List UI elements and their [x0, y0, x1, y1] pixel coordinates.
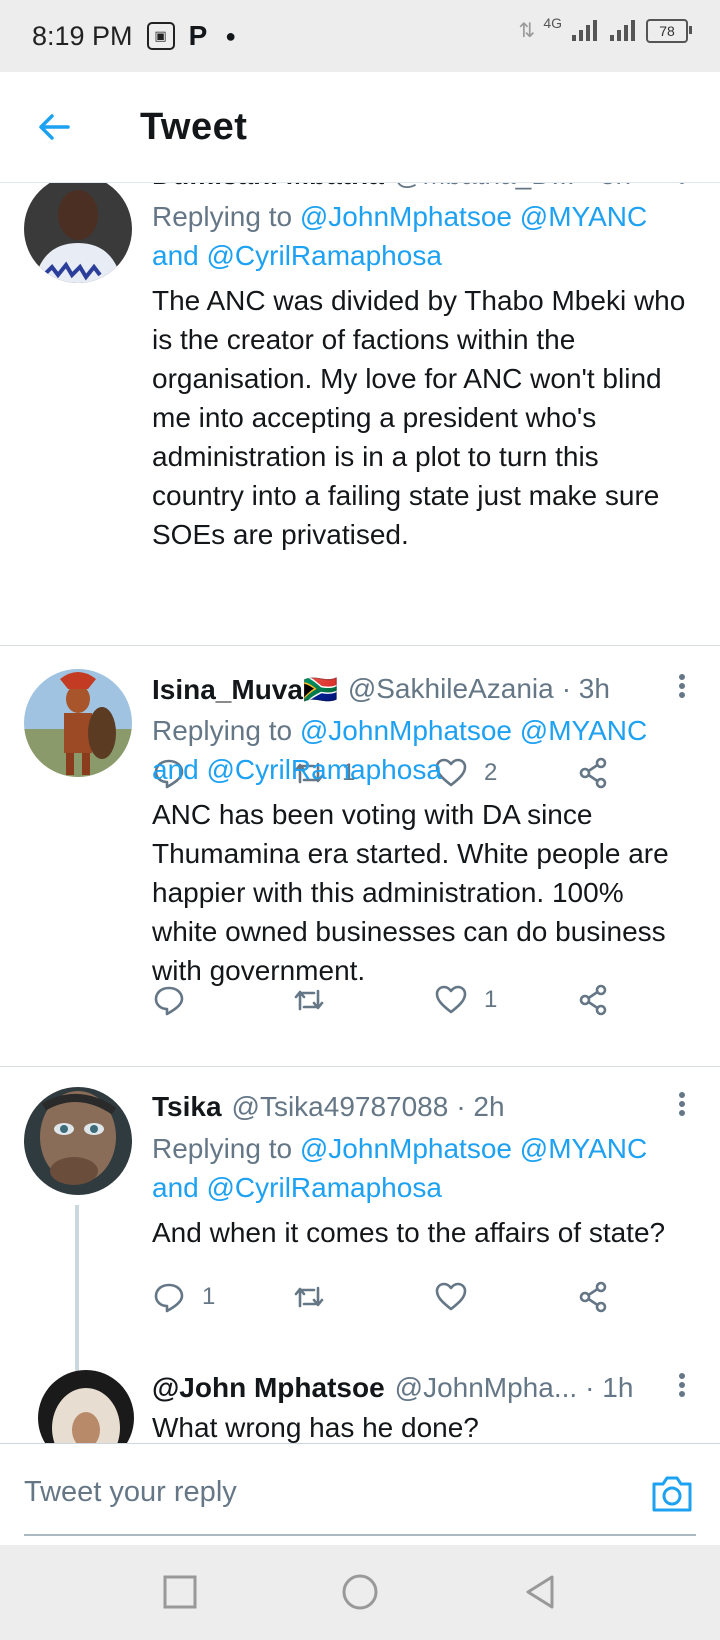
tweet-text: The ANC was divided by Thabo Mbeki who i… — [152, 285, 686, 550]
tweet-author-name[interactable]: Isina_Muva🇿🇦 — [152, 673, 338, 706]
retweet-icon — [294, 1286, 324, 1308]
and-label: and — [152, 754, 199, 785]
avatar[interactable] — [38, 1370, 134, 1443]
tweet-text: ANC has been voting with DA since Thumam… — [152, 799, 669, 986]
reply-composer: Tweet your reply — [0, 1443, 720, 1544]
input-underline — [24, 1534, 696, 1536]
mention-link[interactable]: @CyrilRamaphosa — [207, 1172, 442, 1203]
replying-to: Replying to @JohnMphatsoe @MYANC and @Cy… — [152, 711, 694, 789]
home-circle-icon[interactable] — [340, 1572, 380, 1612]
recents-square-icon[interactable] — [160, 1572, 200, 1612]
more-options-icon[interactable] — [678, 673, 686, 705]
like-button[interactable]: 1 — [434, 983, 497, 1017]
mention-link[interactable]: @MYANC — [520, 1133, 647, 1164]
like-count: 1 — [484, 986, 498, 1013]
tweet-text: What wrong has he done? — [152, 1412, 479, 1443]
status-right: ⇅ 4G 78 — [518, 14, 692, 43]
replying-to: Replying to @JohnMphatsoe @MYANC and @Cy… — [152, 1129, 694, 1207]
retweet-button[interactable] — [292, 983, 342, 1017]
tweet-time: · 1h — [585, 1372, 634, 1403]
heart-icon — [435, 985, 467, 1014]
tweet-time: · 8h — [583, 183, 631, 191]
signal-icon — [572, 19, 597, 41]
and-label: and — [152, 1172, 199, 1203]
system-nav-bar — [0, 1545, 720, 1640]
share-button[interactable] — [576, 1280, 610, 1314]
replying-to: Replying to @JohnMphatsoe @MYANC and @Cy… — [152, 197, 694, 275]
status-time: 8:19 PM — [32, 20, 133, 51]
tweet-time: · 3h — [561, 673, 610, 704]
mention-link[interactable]: @CyrilRamaphosa — [207, 240, 442, 271]
tweet-content: Dumisani Mbatha @Mbatha_D... · 8h Replyi… — [152, 183, 694, 554]
page-title: Tweet — [140, 105, 248, 148]
replying-prefix: Replying to — [152, 201, 293, 232]
reply-icon — [154, 1283, 184, 1313]
tweet-time: · 2h — [456, 1091, 505, 1122]
share-icon — [579, 984, 607, 1016]
avatar[interactable] — [24, 669, 132, 777]
and-label: and — [152, 240, 199, 271]
back-arrow-icon[interactable] — [36, 107, 76, 147]
status-bar: 8:19 PM ▣ P ● ⇅ 4G 78 — [0, 0, 720, 72]
battery-icon: 78 — [646, 18, 692, 43]
p-icon: P — [188, 20, 208, 51]
tweet-author-handle[interactable]: @JohnMpha... — [395, 1372, 578, 1404]
tweet-header: @John Mphatsoe @JohnMpha... · 1h — [152, 1368, 694, 1408]
tweet-actions: 1 — [152, 980, 632, 1020]
share-button[interactable] — [576, 983, 610, 1017]
avatar[interactable] — [24, 183, 132, 283]
network-label: 4G — [543, 14, 562, 31]
reply-input[interactable]: Tweet your reply — [24, 1476, 237, 1509]
reply-timeline[interactable]: Dumisani Mbatha @Mbatha_D... · 8h Replyi… — [0, 183, 720, 1443]
retweet-icon — [294, 989, 324, 1011]
back-triangle-icon[interactable] — [520, 1572, 560, 1612]
tweet-header: Isina_Muva🇿🇦 @SakhileAzania · 3h — [152, 669, 694, 709]
more-options-icon[interactable] — [678, 1372, 686, 1404]
tweet-author-handle[interactable]: @Tsika49787088 — [232, 1091, 449, 1123]
mention-link[interactable]: @MYANC — [520, 201, 647, 232]
tweet-author-handle[interactable]: @Mbatha_D... — [394, 183, 575, 191]
more-options-icon[interactable] — [678, 183, 686, 191]
replying-prefix: Replying to — [152, 715, 293, 746]
tweet-author-name[interactable]: Dumisani Mbatha — [152, 183, 384, 191]
tweet-actions: 1 — [152, 1277, 632, 1317]
tweet-content: @John Mphatsoe @JohnMpha... · 1h What wr… — [152, 1350, 694, 1443]
dot-icon: ● — [225, 25, 237, 46]
mention-link[interactable]: @MYANC — [520, 715, 647, 746]
mention-link[interactable]: @JohnMphatsoe — [300, 715, 512, 746]
reply-icon — [154, 986, 184, 1016]
reply-button[interactable] — [152, 983, 202, 1017]
app-bar: Tweet — [0, 72, 720, 183]
tweet-author-name[interactable]: Tsika — [152, 1091, 222, 1123]
tweet-content: Tsika @Tsika49787088 · 2h Replying to @J… — [152, 1067, 694, 1252]
reply-count: 1 — [202, 1283, 216, 1310]
reply-button[interactable]: 1 — [152, 1280, 215, 1314]
like-button[interactable] — [434, 1280, 484, 1314]
signal-icon-2 — [610, 19, 635, 41]
retweet-button[interactable] — [292, 1280, 342, 1314]
replying-prefix: Replying to — [152, 1133, 293, 1164]
tweet-header: Tsika @Tsika49787088 · 2h — [152, 1087, 694, 1127]
more-options-icon[interactable] — [678, 1091, 686, 1123]
tweet-author-name[interactable]: @John Mphatsoe — [152, 1372, 385, 1404]
data-arrows-icon: ⇅ — [518, 20, 536, 42]
gallery-icon: ▣ — [146, 22, 175, 50]
tweet-text: And when it comes to the affairs of stat… — [152, 1217, 666, 1248]
mention-link[interactable]: @JohnMphatsoe — [300, 1133, 512, 1164]
avatar[interactable] — [24, 1087, 132, 1195]
camera-icon[interactable] — [650, 1474, 694, 1514]
share-icon — [579, 1281, 607, 1313]
tweet-header: Dumisani Mbatha @Mbatha_D... · 8h — [152, 183, 694, 195]
mention-link[interactable]: @CyrilRamaphosa — [207, 754, 442, 785]
divider — [0, 645, 720, 646]
tweet-content: Isina_Muva🇿🇦 @SakhileAzania · 3h Replyin… — [152, 649, 694, 990]
heart-icon — [435, 1282, 467, 1311]
mention-link[interactable]: @JohnMphatsoe — [300, 201, 512, 232]
tweet-author-handle[interactable]: @SakhileAzania — [348, 673, 554, 705]
